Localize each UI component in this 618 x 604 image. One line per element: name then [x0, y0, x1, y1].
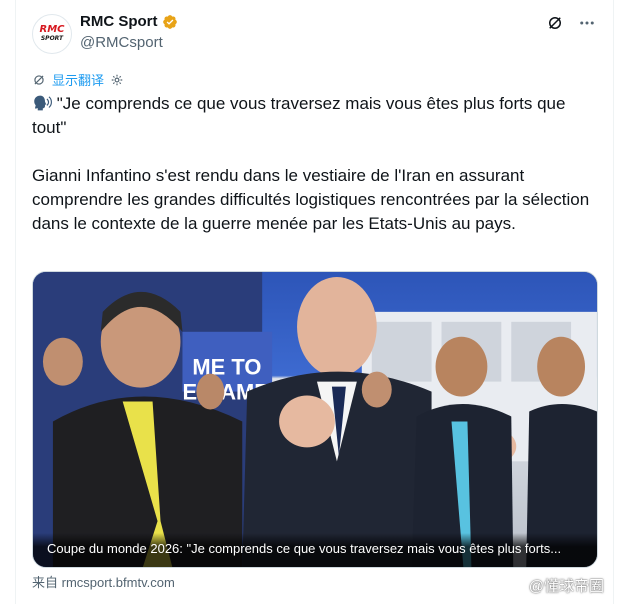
- more-options-icon[interactable]: [578, 14, 596, 32]
- tweet-text: "Je comprends ce que vous traversez mais…: [32, 92, 592, 260]
- media-caption: Coupe du monde 2026: "Je comprends ce qu…: [33, 533, 597, 567]
- translate-row: 显示翻译: [32, 70, 124, 89]
- settings-gear-icon[interactable]: [110, 73, 124, 87]
- show-translation-link[interactable]: 显示翻译: [52, 70, 104, 89]
- banner-text-1: ME TO: [192, 355, 261, 380]
- grok-translate-icon: [34, 74, 44, 85]
- tweet-quote-paragraph: "Je comprends ce que vous traversez mais…: [32, 92, 592, 140]
- weibo-icon: [503, 578, 524, 594]
- media-card[interactable]: ME TO E GAME Coupe du monde 2026: "Je co…: [32, 271, 598, 568]
- display-name[interactable]: RMC Sport: [80, 13, 158, 30]
- watermark-text: @懂球帝圈: [528, 578, 604, 595]
- account-handle[interactable]: @RMCsport: [80, 34, 163, 51]
- tweet-page: RMC SPORT RMC Sport @RMCsport 显示翻译 "Je c…: [0, 0, 618, 604]
- avatar-logo-subtext: SPORT: [40, 35, 64, 42]
- verified-badge-icon: [162, 14, 177, 29]
- grok-icon[interactable]: [546, 14, 564, 32]
- watermark: @懂球帝圈: [503, 575, 604, 596]
- header-actions: [546, 14, 596, 32]
- name-row: RMC Sport: [80, 13, 178, 30]
- source-link[interactable]: 来自 rmcsport.bfmtv.com: [32, 572, 175, 591]
- rmc-logo: RMC SPORT: [40, 25, 65, 43]
- avatar[interactable]: RMC SPORT: [32, 14, 72, 54]
- media-photo: ME TO E GAME: [33, 272, 597, 567]
- tweet-quote-text: "Je comprends ce que vous traversez mais…: [32, 94, 566, 137]
- tweet-body-paragraph: Gianni Infantino s'est rendu dans le ves…: [32, 166, 590, 233]
- speaking-head-emoji-icon: [34, 95, 52, 111]
